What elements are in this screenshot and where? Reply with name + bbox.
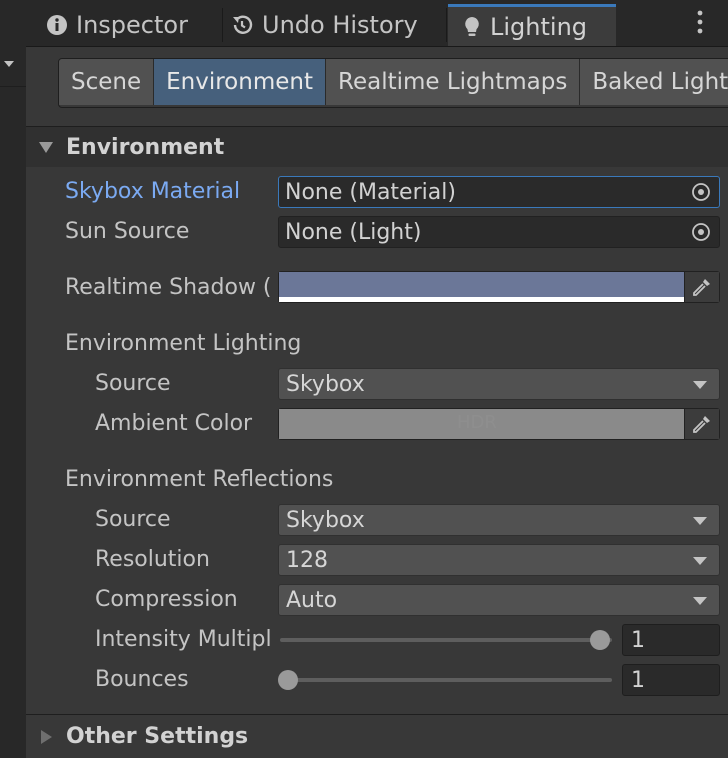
divider	[0, 86, 26, 87]
tab-label: Lighting	[490, 12, 588, 41]
eyedropper-icon	[693, 279, 710, 296]
tab-undo-history[interactable]: Undo History	[216, 4, 446, 46]
hdr-badge: HDR	[457, 412, 497, 433]
sun-source-value: None (Light)	[285, 219, 422, 245]
realtime-shadow-color-label: Realtime Shadow (	[65, 275, 272, 300]
tab-label: Undo History	[262, 11, 418, 39]
left-panel-edge	[0, 0, 26, 758]
chevron-down-icon	[693, 557, 707, 565]
compression-label: Compression	[95, 587, 238, 612]
compression-dropdown[interactable]: Auto	[278, 584, 720, 616]
lighting-source-value: Skybox	[286, 371, 365, 397]
subtab-scene[interactable]: Scene	[59, 59, 155, 105]
tab-lighting[interactable]: Lighting	[448, 4, 616, 46]
realtime-shadow-color-field[interactable]	[278, 271, 720, 303]
skybox-material-field[interactable]: None (Material)	[278, 176, 720, 208]
intensity-multiplier-label: Intensity Multipl	[95, 627, 272, 652]
more-options-icon[interactable]	[694, 8, 706, 38]
info-icon	[47, 15, 67, 35]
subtab-baked-lightmaps[interactable]: Baked Lightm	[580, 59, 728, 105]
foldout-expanded-icon	[39, 142, 53, 153]
lightbulb-icon	[465, 16, 479, 36]
intensity-multiplier-input[interactable]: 1	[622, 624, 720, 656]
bounces-slider-track[interactable]	[280, 678, 612, 682]
tab-label: Inspector	[76, 11, 188, 39]
skybox-material-label: Skybox Material	[65, 179, 241, 204]
section-title: Environment	[66, 134, 225, 160]
window-tab-bar: Inspector Undo History Lighting	[26, 0, 728, 47]
section-header-environment[interactable]: Environment	[26, 126, 728, 167]
eyedropper-icon	[693, 416, 710, 433]
sun-source-field[interactable]: None (Light)	[278, 216, 720, 248]
alpha-bar	[279, 297, 685, 302]
resolution-dropdown[interactable]: 128	[278, 544, 720, 576]
subtab-realtime-lightmaps[interactable]: Realtime Lightmaps	[326, 59, 581, 105]
reflection-source-label: Source	[95, 507, 171, 532]
eyedropper-button[interactable]	[684, 409, 719, 439]
environment-reflections-header: Environment Reflections	[65, 467, 334, 492]
section-header-other-settings[interactable]: Other Settings	[26, 715, 728, 758]
tab-inspector[interactable]: Inspector	[32, 4, 222, 46]
chevron-down-icon	[693, 517, 707, 525]
ambient-color-label: Ambient Color	[95, 411, 253, 436]
dropdown-arrow-icon[interactable]	[2, 52, 24, 76]
object-picker-icon[interactable]	[691, 182, 711, 202]
foldout-collapsed-icon	[41, 729, 52, 744]
reflection-source-value: Skybox	[286, 507, 365, 533]
skybox-material-value: None (Material)	[285, 179, 456, 205]
ambient-color-field[interactable]: HDR	[278, 408, 720, 440]
environment-lighting-header: Environment Lighting	[65, 331, 302, 356]
eyedropper-button[interactable]	[684, 272, 719, 302]
object-picker-icon[interactable]	[691, 222, 711, 242]
tab-divider	[446, 8, 447, 42]
bounces-input[interactable]: 1	[622, 664, 720, 696]
reflection-source-dropdown[interactable]: Skybox	[278, 504, 720, 536]
bounces-label: Bounces	[95, 667, 189, 692]
resolution-value: 128	[286, 547, 328, 573]
resolution-label: Resolution	[95, 547, 210, 572]
intensity-slider-track[interactable]	[280, 638, 612, 642]
sun-source-label: Sun Source	[65, 219, 190, 244]
chevron-down-icon	[693, 597, 707, 605]
history-icon	[233, 15, 253, 34]
section-title: Other Settings	[66, 724, 249, 749]
lighting-subtabs: Scene Environment Realtime Lightmaps Bak…	[58, 58, 728, 108]
chevron-down-icon	[693, 381, 707, 389]
lighting-source-dropdown[interactable]: Skybox	[278, 368, 720, 400]
subtab-environment[interactable]: Environment	[154, 59, 326, 105]
lighting-source-label: Source	[95, 371, 171, 396]
intensity-slider-handle[interactable]	[590, 630, 610, 650]
bounces-slider-handle[interactable]	[278, 670, 298, 690]
compression-value: Auto	[286, 587, 338, 613]
